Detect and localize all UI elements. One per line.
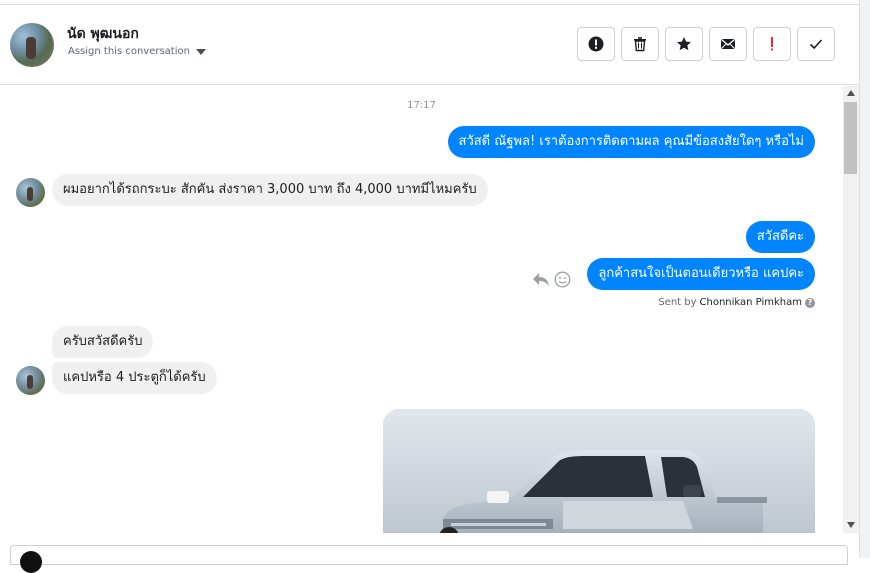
outgoing-message[interactable]: สวัสดี ณัฐพล! เราต้องการติดตามผล คุณมีข้… bbox=[447, 126, 815, 158]
scroll-up-arrow-icon[interactable] bbox=[847, 90, 855, 96]
help-icon[interactable]: ? bbox=[805, 297, 815, 308]
outer-background bbox=[860, 0, 870, 558]
outgoing-message[interactable]: ลูกค้าสนใจเป็นตอนเดียวหรือ แคปคะ bbox=[587, 258, 815, 290]
assign-label: Assign this conversation bbox=[68, 46, 190, 57]
sender-name[interactable]: Chonnikan Pimkham bbox=[700, 297, 802, 308]
contact-avatar-small[interactable] bbox=[16, 178, 45, 207]
mark-unread-button[interactable] bbox=[709, 27, 747, 61]
incoming-message[interactable]: แคปหรือ 4 ประตูก็ได้ครับ bbox=[52, 362, 217, 394]
message-timestamp: 17:17 bbox=[407, 100, 436, 111]
incoming-message[interactable]: ผมอยากได้รถกระบะ สักคัน ส่งราคา 3,000 บา… bbox=[52, 174, 488, 206]
delete-button[interactable] bbox=[621, 27, 659, 61]
alert-circle-icon bbox=[588, 36, 604, 52]
message-thread[interactable]: 17:17 สวัสดี ณัฐพล! เราต้องการติดตามผล ค… bbox=[0, 86, 843, 533]
caret-down-icon bbox=[195, 48, 206, 55]
assign-conversation-dropdown[interactable]: Assign this conversation bbox=[68, 46, 206, 57]
composer-avatar bbox=[20, 551, 42, 573]
thread-scrollbar[interactable] bbox=[843, 86, 859, 533]
mark-spam-button[interactable] bbox=[753, 27, 791, 61]
conversation-header: นัด พุฒนอก Assign this conversation bbox=[0, 5, 859, 85]
contact-avatar-small[interactable] bbox=[16, 366, 45, 395]
star-button[interactable] bbox=[665, 27, 703, 61]
contact-name[interactable]: นัด พุฒนอก bbox=[67, 23, 139, 45]
attached-photo-pickup-truck[interactable] bbox=[383, 409, 815, 533]
scroll-down-arrow-icon[interactable] bbox=[847, 522, 855, 528]
sent-by-prefix: Sent by bbox=[658, 297, 697, 308]
reply-icon[interactable] bbox=[532, 271, 550, 287]
emoji-reaction-icon[interactable] bbox=[554, 271, 571, 288]
report-button[interactable] bbox=[577, 27, 615, 61]
trash-icon bbox=[634, 37, 646, 52]
mark-done-button[interactable] bbox=[797, 27, 835, 61]
envelope-icon bbox=[721, 39, 735, 49]
checkmark-icon bbox=[809, 39, 823, 50]
pickup-truck-image bbox=[383, 409, 815, 533]
outgoing-message[interactable]: สวัสดีคะ bbox=[745, 221, 815, 253]
conversation-panel: นัด พุฒนอก Assign this conversation 17:1… bbox=[0, 0, 860, 573]
exclamation-icon bbox=[771, 37, 773, 51]
incoming-message[interactable]: ครับสวัสดีครับ bbox=[52, 326, 154, 358]
sent-by-label: Sent by Chonnikan Pimkham ? bbox=[658, 297, 815, 308]
star-icon bbox=[677, 37, 691, 51]
message-composer[interactable] bbox=[10, 545, 848, 565]
action-toolbar bbox=[577, 27, 835, 61]
scrollbar-thumb[interactable] bbox=[844, 102, 857, 174]
contact-avatar[interactable] bbox=[10, 23, 54, 67]
